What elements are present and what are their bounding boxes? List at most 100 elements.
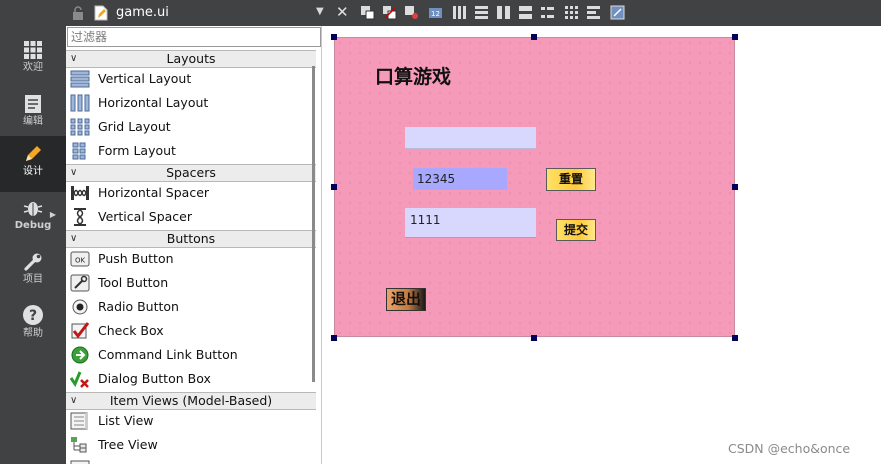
widget-radio-button[interactable]: Radio Button	[66, 295, 311, 319]
mode-projects-label: 项目	[23, 274, 43, 285]
file-dropdown-icon[interactable]: ▼	[316, 6, 324, 17]
widget-form-layout[interactable]: Form Layout	[66, 139, 311, 163]
radio-button-icon	[72, 299, 88, 315]
widget-horizontal-layout[interactable]: Horizontal Layout	[66, 91, 311, 115]
widget-grid-layout-label: Grid Layout	[98, 119, 171, 134]
widget-vertical-spacer[interactable]: Vertical Spacer	[66, 205, 311, 229]
grid-icon	[24, 41, 42, 59]
category-buttons[interactable]: ∨ Buttons	[66, 230, 316, 248]
layout-form-icon[interactable]	[540, 5, 555, 20]
layout-vertical-splitter-icon[interactable]	[518, 5, 533, 20]
game-form[interactable]: 口算游戏 12345 重置 1111 提交 退出	[334, 37, 735, 337]
category-spacers[interactable]: ∨ Spacers	[66, 164, 316, 182]
resize-handle[interactable]	[732, 184, 738, 190]
widget-tool-button[interactable]: Tool Button	[66, 271, 311, 295]
category-buttons-label: Buttons	[166, 231, 216, 246]
adjust-size-icon[interactable]	[610, 5, 625, 20]
svg-text:12: 12	[431, 10, 440, 18]
resize-handle[interactable]	[732, 335, 738, 341]
vertical-layout-icon	[70, 70, 90, 88]
category-item-views[interactable]: ∨ Item Views (Model-Based)	[66, 392, 316, 410]
edit-widgets-icon[interactable]	[360, 5, 375, 20]
resize-handle[interactable]	[331, 34, 337, 40]
lock-icon[interactable]	[72, 6, 84, 20]
question-input[interactable]	[405, 127, 536, 149]
edit-buddies-icon[interactable]	[404, 5, 419, 20]
editor-toolbar: game.ui ▼ ✕ 12	[66, 0, 881, 26]
category-spacers-label: Spacers	[166, 165, 216, 180]
widget-list-view-label: List View	[98, 413, 154, 428]
bug-icon	[23, 202, 43, 216]
form-editor-canvas: 口算游戏 12345 重置 1111 提交 退出 CSDN @echo&once	[323, 26, 881, 464]
resize-handle[interactable]	[531, 34, 537, 40]
resize-handle[interactable]	[531, 335, 537, 341]
answer-input[interactable]: 1111	[405, 208, 536, 238]
resize-handle[interactable]	[331, 335, 337, 341]
layout-horizontal-splitter-icon[interactable]	[496, 5, 511, 20]
widget-push-button-label: Push Button	[98, 251, 174, 266]
expand-arrow-icon: ▶	[49, 210, 56, 219]
edit-tab-order-icon[interactable]: 12	[428, 5, 443, 20]
grid-layout-icon	[70, 118, 90, 136]
mode-help[interactable]: ? 帮助	[0, 296, 66, 352]
widget-vertical-layout[interactable]: Vertical Layout	[66, 67, 311, 91]
category-layouts[interactable]: ∨ Layouts	[66, 50, 316, 68]
widget-command-link-button-label: Command Link Button	[98, 347, 238, 362]
horizontal-spacer-icon	[71, 186, 89, 200]
document-icon	[25, 95, 41, 113]
widget-vertical-layout-label: Vertical Layout	[98, 71, 192, 86]
widget-tool-button-label: Tool Button	[98, 275, 169, 290]
chevron-down-icon: ∨	[70, 395, 78, 406]
mode-design-label: 设计	[23, 166, 43, 177]
dialog-button-box-icon	[70, 371, 89, 388]
mode-design[interactable]: 设计	[0, 136, 66, 192]
widget-box-scrollbar[interactable]	[312, 66, 315, 382]
widget-box-panel: 过滤器 ∨ Layouts Vertical Layout Horizontal…	[66, 26, 322, 464]
chevron-down-icon: ∨	[70, 167, 78, 178]
svg-text:OK: OK	[75, 257, 86, 265]
category-layouts-label: Layouts	[166, 51, 216, 66]
quit-button[interactable]: 退出	[386, 288, 426, 311]
mode-debug[interactable]: Debug ▶	[0, 190, 66, 246]
open-file-name[interactable]: game.ui	[116, 5, 169, 20]
tool-button-icon	[70, 274, 90, 292]
mode-debug-label: Debug	[14, 220, 52, 231]
command-link-icon	[71, 346, 89, 364]
widget-command-link-button[interactable]: Command Link Button	[66, 343, 311, 367]
reset-button[interactable]: 重置	[546, 168, 596, 191]
form-title: 口算游戏	[375, 66, 452, 88]
widget-form-layout-label: Form Layout	[98, 143, 176, 158]
mode-projects[interactable]: 项目	[0, 244, 66, 300]
widget-list-view[interactable]: List View	[66, 409, 311, 433]
close-document-icon[interactable]: ✕	[336, 3, 349, 21]
widget-partial-row[interactable]	[66, 457, 311, 464]
category-item-views-label: Item Views (Model-Based)	[109, 393, 273, 408]
widget-push-button[interactable]: OK Push Button	[66, 247, 311, 271]
widget-grid-layout[interactable]: Grid Layout	[66, 115, 311, 139]
horizontal-layout-icon	[70, 94, 90, 112]
ui-file-icon	[94, 5, 108, 21]
layout-grid-icon[interactable]	[564, 5, 579, 20]
chevron-down-icon: ∨	[70, 233, 78, 244]
push-button-icon: OK	[70, 251, 90, 267]
layout-horizontal-icon[interactable]	[452, 5, 467, 20]
resize-handle[interactable]	[732, 34, 738, 40]
resize-handle[interactable]	[331, 184, 337, 190]
mode-edit[interactable]: 编辑	[0, 86, 66, 142]
submit-button[interactable]: 提交	[556, 219, 596, 241]
edit-signals-icon[interactable]	[382, 5, 397, 20]
widget-dialog-button-box[interactable]: Dialog Button Box	[66, 367, 311, 391]
widget-filter-input[interactable]: 过滤器	[67, 27, 321, 47]
widget-tree-view[interactable]: Tree View	[66, 433, 311, 457]
layout-vertical-icon[interactable]	[474, 5, 489, 20]
svg-text:?: ?	[29, 308, 37, 324]
mode-welcome[interactable]: 欢迎	[0, 32, 66, 88]
list-view-icon	[70, 412, 88, 430]
watermark: CSDN @echo&once	[728, 441, 851, 456]
widget-tree-view-label: Tree View	[98, 437, 158, 452]
widget-check-box[interactable]: Check Box	[66, 319, 311, 343]
break-layout-icon[interactable]	[586, 5, 601, 20]
widget-horizontal-spacer[interactable]: Horizontal Spacer	[66, 181, 311, 205]
widget-radio-button-label: Radio Button	[98, 299, 179, 314]
widget-horizontal-layout-label: Horizontal Layout	[98, 95, 209, 110]
